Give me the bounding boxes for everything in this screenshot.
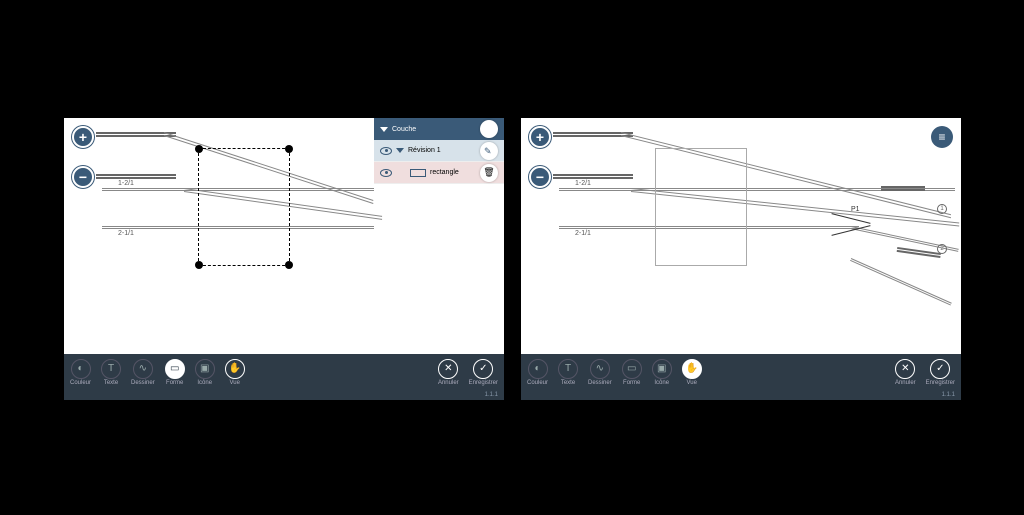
tool-label: Annuler bbox=[895, 380, 916, 386]
track-label: 2-1/1 bbox=[116, 230, 136, 237]
tool-label: Couleur bbox=[527, 380, 548, 386]
draw-icon: ∿ bbox=[133, 359, 153, 379]
tool-label: Forme bbox=[166, 380, 183, 386]
tool-text[interactable]: TTexte bbox=[101, 359, 121, 386]
layer-label: Révision 1 bbox=[408, 147, 441, 154]
selection-rectangle[interactable] bbox=[198, 148, 290, 266]
layers-panel-title: Couche bbox=[392, 126, 416, 133]
hand-icon: ✋ bbox=[225, 359, 245, 379]
icon-icon: ▣ bbox=[195, 359, 215, 379]
save-icon: ✓ bbox=[930, 359, 950, 379]
tool-color[interactable]: ◐Couleur bbox=[527, 359, 548, 386]
cancel-button[interactable]: ✕Annuler bbox=[895, 359, 916, 386]
drawn-rectangle[interactable] bbox=[655, 148, 747, 266]
resize-handle-sw[interactable] bbox=[195, 261, 203, 269]
save-button[interactable]: ✓Enregistrer bbox=[926, 359, 955, 386]
track-segment bbox=[897, 247, 941, 255]
track-segment bbox=[553, 174, 633, 176]
tool-label: Enregistrer bbox=[926, 380, 955, 386]
layer-row-revision[interactable]: Révision 1 bbox=[374, 140, 504, 162]
layers-toggle-button[interactable] bbox=[931, 126, 953, 148]
layer-row-shape[interactable]: rectangle bbox=[374, 162, 504, 184]
shape-icon: ▭ bbox=[165, 359, 185, 379]
tool-label: Icône bbox=[197, 380, 212, 386]
track-segment bbox=[96, 174, 176, 176]
text-icon: T bbox=[558, 359, 578, 379]
collapse-icon bbox=[380, 127, 388, 132]
tool-icon[interactable]: ▣Icône bbox=[652, 359, 672, 386]
zoom-in-button[interactable]: + bbox=[72, 126, 94, 148]
rectangle-icon bbox=[410, 169, 426, 177]
tool-label: Forme bbox=[623, 380, 640, 386]
save-button[interactable]: ✓Enregistrer bbox=[469, 359, 498, 386]
close-icon: ✕ bbox=[438, 359, 458, 379]
palette-icon: ◐ bbox=[528, 359, 548, 379]
edit-layer-button[interactable] bbox=[480, 142, 498, 160]
canvas[interactable]: + − 1-2/1 2-1/1 P1 1 2 bbox=[521, 118, 961, 354]
tool-label: Annuler bbox=[438, 380, 459, 386]
crossing-symbol bbox=[831, 218, 871, 232]
visibility-icon[interactable] bbox=[380, 169, 392, 177]
marker-2: 2 bbox=[937, 244, 947, 254]
version-label: 1.1.1 bbox=[521, 390, 961, 400]
tool-label: Dessiner bbox=[588, 380, 612, 386]
tool-shape[interactable]: ▭Forme bbox=[622, 359, 642, 386]
palette-icon: ◐ bbox=[71, 359, 91, 379]
app-window-left: + − 1-2/1 2-1/1 Couche bbox=[64, 118, 504, 400]
tool-icon[interactable]: ▣Icône bbox=[195, 359, 215, 386]
point-label: P1 bbox=[851, 206, 860, 213]
track-segment bbox=[851, 258, 952, 304]
tool-label: Vue bbox=[229, 380, 239, 386]
toolbar: ◐Couleur TTexte ∿Dessiner ▭Forme ▣Icône … bbox=[64, 354, 504, 390]
tool-view[interactable]: ✋Vue bbox=[225, 359, 245, 386]
track-segment bbox=[881, 186, 925, 188]
text-icon: T bbox=[101, 359, 121, 379]
canvas[interactable]: + − 1-2/1 2-1/1 Couche bbox=[64, 118, 504, 354]
app-window-right: + − 1-2/1 2-1/1 P1 1 2 ◐Couleur TTexte ∿… bbox=[521, 118, 961, 400]
trash-icon bbox=[483, 167, 494, 178]
track-label: 1-2/1 bbox=[116, 180, 136, 187]
layers-panel-header[interactable]: Couche bbox=[374, 118, 504, 140]
icon-icon: ▣ bbox=[652, 359, 672, 379]
resize-handle-se[interactable] bbox=[285, 261, 293, 269]
layers-icon bbox=[938, 130, 945, 144]
toolbar: ◐Couleur TTexte ∿Dessiner ▭Forme ▣Icône … bbox=[521, 354, 961, 390]
tool-label: Icône bbox=[654, 380, 669, 386]
expand-icon[interactable] bbox=[396, 148, 404, 153]
delete-layer-button[interactable] bbox=[480, 164, 498, 182]
hand-icon: ✋ bbox=[682, 359, 702, 379]
tool-color[interactable]: ◐Couleur bbox=[70, 359, 91, 386]
tool-label: Dessiner bbox=[131, 380, 155, 386]
zoom-out-button[interactable]: − bbox=[72, 166, 94, 188]
visibility-icon[interactable] bbox=[380, 147, 392, 155]
zoom-out-button[interactable]: − bbox=[529, 166, 551, 188]
layers-icon bbox=[486, 123, 492, 135]
shape-icon: ▭ bbox=[622, 359, 642, 379]
tool-label: Texte bbox=[104, 380, 118, 386]
tool-draw[interactable]: ∿Dessiner bbox=[588, 359, 612, 386]
layers-toggle-button[interactable] bbox=[480, 120, 498, 138]
track-label: 2-1/1 bbox=[573, 230, 593, 237]
tool-shape[interactable]: ▭Forme bbox=[165, 359, 185, 386]
tool-label: Texte bbox=[561, 380, 575, 386]
draw-icon: ∿ bbox=[590, 359, 610, 379]
layers-panel: Couche Révision 1 rectangle bbox=[374, 118, 504, 184]
tool-text[interactable]: TTexte bbox=[558, 359, 578, 386]
tool-draw[interactable]: ∿Dessiner bbox=[131, 359, 155, 386]
resize-handle-ne[interactable] bbox=[285, 145, 293, 153]
save-icon: ✓ bbox=[473, 359, 493, 379]
tool-view[interactable]: ✋Vue bbox=[682, 359, 702, 386]
pencil-icon bbox=[484, 146, 494, 156]
marker-1: 1 bbox=[937, 204, 947, 214]
tool-label: Vue bbox=[686, 380, 696, 386]
tool-label: Couleur bbox=[70, 380, 91, 386]
zoom-in-button[interactable]: + bbox=[529, 126, 551, 148]
cancel-button[interactable]: ✕Annuler bbox=[438, 359, 459, 386]
close-icon: ✕ bbox=[895, 359, 915, 379]
resize-handle-nw[interactable] bbox=[195, 145, 203, 153]
tool-label: Enregistrer bbox=[469, 380, 498, 386]
track-label: 1-2/1 bbox=[573, 180, 593, 187]
version-label: 1.1.1 bbox=[64, 390, 504, 400]
layer-label: rectangle bbox=[430, 169, 459, 176]
